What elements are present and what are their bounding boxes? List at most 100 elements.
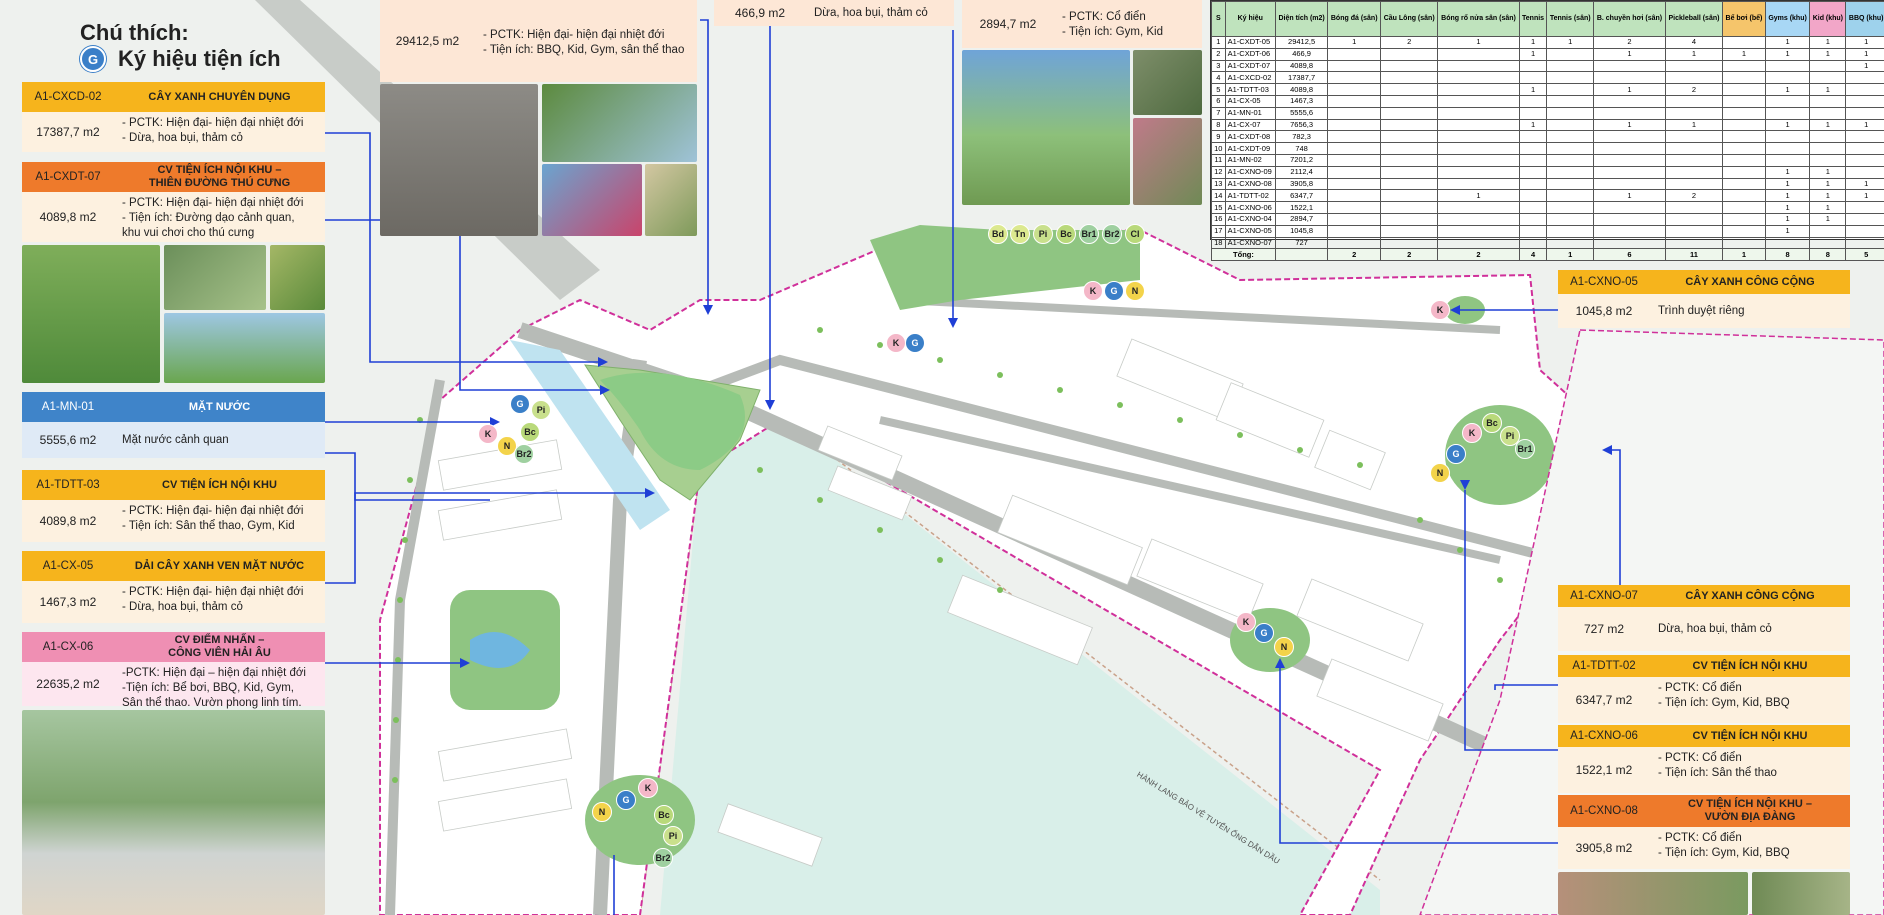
- badge-volleyball[interactable]: Bc: [654, 805, 674, 825]
- badge-gym[interactable]: G: [616, 790, 636, 810]
- badge-bbq[interactable]: N: [1125, 281, 1145, 301]
- badge-volleyball[interactable]: Bc: [520, 422, 540, 442]
- card-cxno-06[interactable]: A1-CXNO-06 CV TIỆN ÍCH NỘI KHU 1522,1 m2 …: [1558, 725, 1850, 793]
- table-cell: [1664, 153, 1724, 167]
- card-cxcd-02[interactable]: A1-CXCD-02 CÂY XANH CHUYÊN DỤNG 17387,7 m…: [22, 82, 325, 152]
- table-cell: [1764, 106, 1811, 120]
- badge-pickleball[interactable]: Pi: [531, 400, 551, 420]
- card-code: A1-CX-05: [22, 551, 114, 581]
- table-cell: [1518, 236, 1548, 250]
- table-cell: 4: [1518, 248, 1548, 262]
- table-cell: [1546, 165, 1595, 179]
- table-cell: [1437, 106, 1520, 120]
- card-name-line1: CV ĐIỂM NHẤN –: [174, 634, 265, 646]
- badge-volleyball[interactable]: Bc: [1056, 224, 1076, 244]
- badge-volleyball[interactable]: Bc: [1482, 413, 1502, 433]
- table-cell: 1045,8: [1274, 224, 1329, 238]
- badge-gym[interactable]: G: [905, 333, 925, 353]
- card-cxno-05[interactable]: A1-CXNO-05 CÂY XANH CÔNG CỘNG 1045,8 m2 T…: [1558, 270, 1850, 328]
- card-cxno-07[interactable]: A1-CXNO-07 CÂY XANH CÔNG CỘNG 727 m2 Dừa,…: [1558, 585, 1850, 651]
- badge-basketball-2[interactable]: Br2: [653, 848, 673, 868]
- card-mn-01[interactable]: A1-MN-01 MẶT NƯỚC 5555,6 m2 Mặt nước cảnh…: [22, 392, 325, 458]
- table-row: 6 A1-CX-05 1467,3: [1211, 94, 1884, 108]
- table-cell: [1327, 236, 1382, 250]
- table-cell: [1722, 177, 1766, 191]
- table-row: 13 A1-CXNO-08 3905,8 1 1 1: [1211, 177, 1884, 191]
- table-cell: [1722, 201, 1766, 214]
- table-cell: [1809, 94, 1847, 108]
- badge-kid[interactable]: K: [1236, 612, 1256, 632]
- table-cell: [1327, 189, 1382, 203]
- table-cell: [1327, 130, 1382, 144]
- card-line: - Dừa, hoa bụi, thảm cỏ: [122, 601, 243, 613]
- table-cell: [1664, 94, 1724, 108]
- badge-gym[interactable]: G: [510, 394, 530, 414]
- card-cx-05[interactable]: A1-CX-05 DẢI CÂY XANH VEN MẶT NƯỚC 1467,3…: [22, 551, 325, 623]
- table-cell: [1845, 130, 1884, 144]
- table-cell: 1: [1845, 59, 1884, 73]
- table-header-cell: Cầu Lông (sân): [1380, 1, 1439, 37]
- card-top-cxno-04[interactable]: 2894,7 m2 - PCTK: Cổ điển - Tiện ích: Gym…: [962, 0, 1202, 48]
- table-header-cell: Kid (khu): [1809, 1, 1847, 37]
- badge-tennis[interactable]: Tn: [1010, 224, 1030, 244]
- badge-basketball-1[interactable]: Br1: [1515, 439, 1535, 459]
- table-cell: 1: [1437, 36, 1520, 49]
- badge-kid[interactable]: K: [1462, 423, 1482, 443]
- card-area: 5555,6 m2: [39, 433, 97, 447]
- table-cell: [1380, 130, 1439, 144]
- badge-gym[interactable]: G: [1104, 281, 1124, 301]
- table-cell: [1546, 94, 1595, 108]
- table-cell: 1: [1809, 83, 1847, 96]
- badge-kid[interactable]: K: [1083, 281, 1103, 301]
- card-code: A1-TDTT-03: [22, 470, 114, 500]
- card-cxno-08[interactable]: A1-CXNO-08 CV TIỆN ÍCH NỘI KHU – VƯỜN ĐỊA…: [1558, 795, 1850, 869]
- table-cell: [1546, 142, 1595, 155]
- badge-kid[interactable]: K: [638, 778, 658, 798]
- badge-basketball-2[interactable]: Br2: [1102, 224, 1122, 244]
- table-cell: 7656,3: [1274, 118, 1329, 132]
- card-code: A1-CXNO-07: [1558, 585, 1650, 607]
- table-row: 17 A1-CXNO-05 1045,8 1: [1211, 224, 1884, 238]
- badge-gym[interactable]: G: [1446, 444, 1466, 464]
- photo-splash-pad: [542, 84, 697, 162]
- table-cell: [1518, 189, 1548, 203]
- table-cell: [1546, 83, 1595, 96]
- table-cell: 10: [1211, 142, 1226, 155]
- amenity-summary-table: S Ký hiệu Diện tích (m2) Bóng đá (sân) Cầu L…: [1210, 0, 1884, 262]
- badge-basketball-1[interactable]: Br1: [1079, 224, 1099, 244]
- badge-badminton[interactable]: Cl: [1125, 224, 1145, 244]
- card-line: - PCTK: Cổ điển: [1658, 832, 1742, 844]
- badge-kid[interactable]: K: [1430, 300, 1450, 320]
- table-cell: [1380, 47, 1439, 61]
- table-cell: A1-CXNO-05: [1224, 224, 1276, 238]
- badge-gym[interactable]: G: [1254, 623, 1274, 643]
- table-cell: 1: [1845, 177, 1884, 191]
- table-cell: [1845, 83, 1884, 96]
- card-cxdt-07[interactable]: A1-CXDT-07 CV TIỆN ÍCH NỘI KHU – THIÊN ĐƯ…: [22, 162, 325, 242]
- table-cell: A1-CXNO-06: [1224, 201, 1276, 214]
- badge-bbq[interactable]: N: [1430, 463, 1450, 483]
- badge-basketball-2[interactable]: Br2: [514, 444, 534, 464]
- card-cx-06[interactable]: A1-CX-06 CV ĐIỂM NHẤN – CÔNG VIÊN HẢI ÂU …: [22, 632, 325, 709]
- badge-pickleball[interactable]: Pi: [1033, 224, 1053, 244]
- card-top-cxdt-05[interactable]: 29412,5 m2 - PCTK: Hiện đại- hiện đại nh…: [380, 0, 697, 82]
- badge-football[interactable]: Bd: [988, 224, 1008, 244]
- card-tdtt-02[interactable]: A1-TDTT-02 CV TIỆN ÍCH NỘI KHU 6347,7 m2 …: [1558, 655, 1850, 723]
- badge-kid[interactable]: K: [886, 333, 906, 353]
- table-cell: [1664, 130, 1724, 144]
- table-cell: Tổng:: [1211, 248, 1276, 262]
- card-tdtt-03[interactable]: A1-TDTT-03 CV TIỆN ÍCH NỘI KHU 4089,8 m2 …: [22, 470, 325, 542]
- table-cell: 3: [1211, 59, 1226, 73]
- badge-bbq[interactable]: N: [592, 802, 612, 822]
- table-cell: 2894,7: [1274, 212, 1329, 226]
- card-top-cxdt-06[interactable]: 466,9 m2 Dừa, hoa bụi, thảm cỏ: [714, 0, 954, 26]
- table-cell: 1: [1722, 47, 1766, 61]
- table-cell: 2: [1327, 248, 1382, 262]
- table-row: 14 A1-TDTT-02 6347,7 1 1 2 1 1 1: [1211, 189, 1884, 203]
- table-cell: [1437, 118, 1520, 132]
- badge-kid[interactable]: K: [478, 424, 498, 444]
- badge-pickleball[interactable]: Pi: [663, 826, 683, 846]
- table-header-cell: Ký hiệu: [1224, 1, 1276, 37]
- badge-bbq[interactable]: N: [1274, 637, 1294, 657]
- table-header-cell: BBQ (khu): [1845, 1, 1884, 37]
